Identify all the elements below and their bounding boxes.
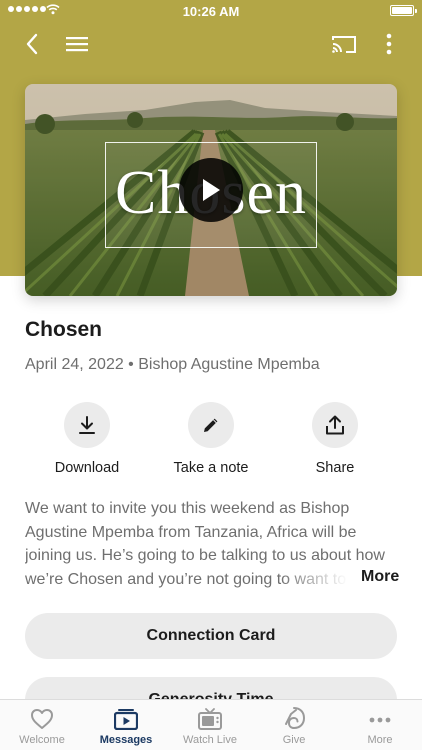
download-button[interactable]: Download — [32, 402, 142, 476]
share-button-circle — [312, 402, 358, 448]
message-title: Chosen — [25, 318, 103, 341]
pencil-icon — [204, 418, 218, 432]
tab-more-label: More — [367, 734, 393, 746]
tab-watch-live-label: Watch Live — [182, 734, 237, 746]
description-fade — [280, 567, 360, 591]
navigation-bar — [0, 22, 422, 66]
download-icon — [79, 416, 95, 434]
share-label: Share — [315, 460, 355, 476]
share-button[interactable]: Share — [280, 402, 390, 476]
tab-watch-live[interactable]: Watch Live — [168, 700, 252, 750]
hamburger-icon — [66, 37, 88, 52]
tab-messages[interactable]: Messages — [84, 700, 168, 750]
message-date-speaker: April 24, 2022 • Bishop Agustine Mpemba — [25, 356, 320, 373]
tab-messages-label: Messages — [99, 734, 153, 746]
more-dots-icon — [369, 717, 391, 723]
tab-welcome[interactable]: Welcome — [0, 700, 84, 750]
download-label: Download — [54, 460, 120, 476]
share-icon — [326, 415, 344, 435]
overflow-menu-button[interactable] — [375, 30, 403, 58]
take-a-note-button-circle — [188, 402, 234, 448]
give-icon — [285, 707, 306, 730]
tv-icon — [198, 708, 222, 730]
cast-button[interactable] — [330, 30, 358, 58]
menu-button[interactable] — [63, 30, 91, 58]
take-a-note-label: Take a note — [173, 460, 249, 476]
heart-icon — [31, 709, 53, 729]
tab-bar: Welcome Messages Watch Live Give More — [0, 699, 422, 750]
vertical-ellipsis-icon — [386, 33, 392, 55]
message-actions: Download Take a note Share — [0, 402, 422, 480]
play-button[interactable] — [179, 158, 243, 222]
download-button-circle — [64, 402, 110, 448]
connection-card-button[interactable]: Connection Card — [25, 613, 397, 659]
tab-welcome-label: Welcome — [19, 734, 65, 746]
more-link[interactable]: More — [359, 568, 400, 586]
cast-icon — [332, 36, 356, 53]
play-icon — [203, 179, 220, 201]
back-button[interactable] — [18, 30, 46, 58]
tab-give[interactable]: Give — [252, 700, 336, 750]
battery-icon — [390, 5, 417, 16]
tab-give-label: Give — [282, 734, 306, 746]
status-bar: 10:26 AM — [0, 0, 422, 22]
video-list-icon — [114, 709, 138, 730]
chevron-left-icon — [26, 33, 38, 55]
tab-more[interactable]: More — [338, 700, 422, 750]
video-player[interactable]: Chosen — [25, 84, 397, 296]
status-time: 10:26 AM — [182, 4, 240, 19]
take-a-note-button[interactable]: Take a note — [156, 402, 266, 476]
